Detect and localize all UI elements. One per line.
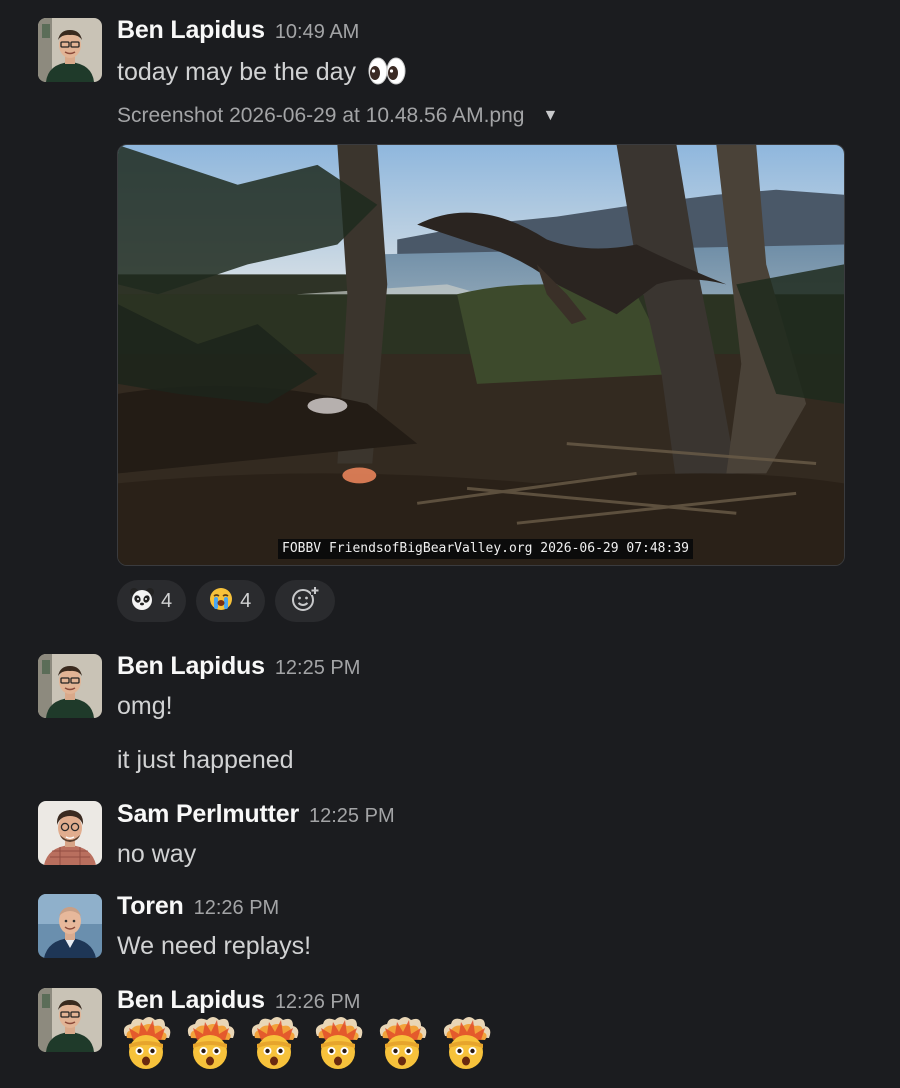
file-name-label[interactable]: Screenshot 2026-06-29 at 10.48.56 AM.png	[117, 104, 524, 127]
exploding-head-icon	[437, 1016, 495, 1074]
message-body: it just happened	[117, 746, 294, 774]
exploding-head-icon	[245, 1016, 303, 1074]
attachment-image[interactable]: FOBBV FriendsofBigBearValley.org 2026-06…	[117, 144, 845, 566]
timestamp[interactable]: 10:49 AM	[275, 21, 360, 43]
message-header: Toren 12:26 PM	[117, 892, 279, 921]
exploding-head-icon	[181, 1016, 239, 1074]
author-name[interactable]: Sam Perlmutter	[117, 800, 299, 828]
reaction-count: 4	[240, 589, 252, 612]
exploding-head-icon	[117, 1016, 175, 1074]
add-emoji-icon	[290, 584, 320, 619]
author-name[interactable]: Toren	[117, 892, 184, 920]
reaction-panda[interactable]: 4	[117, 580, 187, 622]
message-body: no way	[117, 840, 197, 868]
author-name[interactable]: Ben Lapidus	[117, 986, 265, 1014]
timestamp[interactable]: 12:26 PM	[275, 991, 361, 1013]
eyes-icon	[367, 56, 407, 93]
timestamp[interactable]: 12:25 PM	[309, 805, 395, 827]
message-body: We need replays!	[117, 932, 312, 960]
loudly-crying-face-icon	[208, 586, 234, 617]
message-body: omg!	[117, 692, 173, 720]
avatar-ben-lapidus[interactable]	[38, 654, 102, 718]
emoji-row	[117, 1016, 495, 1074]
avatar-ben-lapidus[interactable]	[38, 988, 102, 1052]
reaction-count: 4	[161, 589, 173, 612]
chevron-down-icon[interactable]: ▼	[542, 107, 558, 125]
exploding-head-icon	[373, 1016, 431, 1074]
camera-overlay-caption: FOBBV FriendsofBigBearValley.org 2026-06…	[278, 539, 693, 559]
avatar-ben-lapidus[interactable]	[38, 18, 102, 82]
message-text: today may be the day	[117, 56, 407, 93]
add-reaction-button[interactable]	[275, 580, 336, 622]
message-header: Ben Lapidus 12:25 PM	[117, 652, 360, 681]
message-header: Ben Lapidus 12:26 PM	[117, 986, 360, 1015]
author-name[interactable]: Ben Lapidus	[117, 16, 265, 44]
reactions-bar: 4 4	[117, 580, 336, 622]
message-body: today may be the day	[117, 58, 357, 86]
attachment-file-name[interactable]: Screenshot 2026-06-29 at 10.48.56 AM.png…	[117, 104, 558, 128]
message-header: Sam Perlmutter 12:25 PM	[117, 800, 395, 829]
avatar-toren[interactable]	[38, 894, 102, 958]
author-name[interactable]: Ben Lapidus	[117, 652, 265, 680]
panda-face-icon	[129, 586, 155, 617]
message-header: Ben Lapidus 10:49 AM	[117, 16, 359, 45]
reaction-crying[interactable]: 4	[196, 580, 266, 622]
timestamp[interactable]: 12:26 PM	[194, 897, 280, 919]
avatar-sam-perlmutter[interactable]	[38, 801, 102, 865]
exploding-head-icon	[309, 1016, 367, 1074]
timestamp[interactable]: 12:25 PM	[275, 657, 361, 679]
